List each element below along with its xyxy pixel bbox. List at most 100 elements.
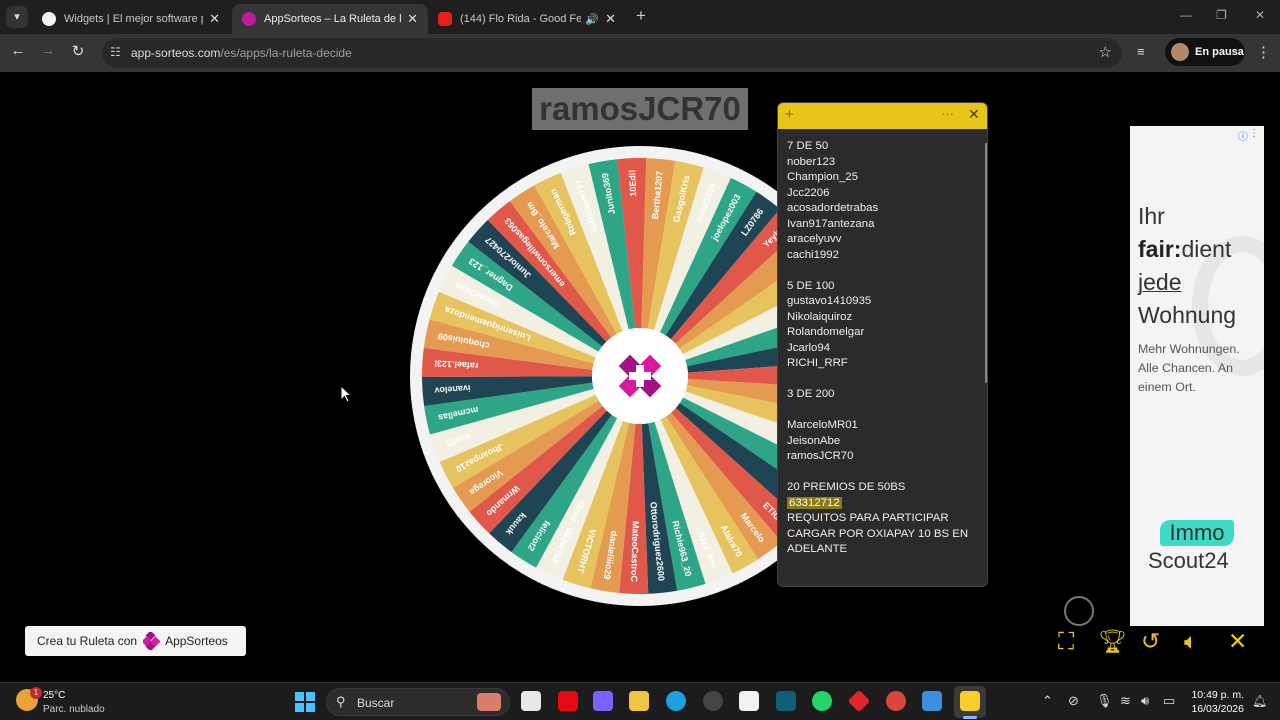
- widgets-favicon-icon: [42, 12, 56, 26]
- note-line: JeisonAbe: [787, 434, 841, 447]
- site-info-icon[interactable]: ☷: [110, 45, 121, 59]
- note-scrollbar[interactable]: [985, 143, 987, 383]
- start-windows-icon[interactable]: [295, 692, 315, 712]
- note-line: [787, 263, 977, 279]
- search-highlight-icon: [477, 693, 501, 711]
- minimize-icon[interactable]: —: [1180, 8, 1192, 22]
- tab-search-button[interactable]: ▾: [6, 6, 28, 28]
- netflix-icon[interactable]: [558, 691, 578, 711]
- wheel-segment-label: MateoCastroC: [629, 521, 641, 583]
- ad-info-icon[interactable]: ⓘ: [1238, 128, 1248, 143]
- store-icon[interactable]: [739, 691, 759, 711]
- close-note-icon[interactable]: ✕: [968, 106, 980, 123]
- weather-widget[interactable]: 1 25°C Parc. nublado: [16, 687, 126, 717]
- advertisement[interactable]: ⓘ ⋮ Ihr fair:dient jede Wohnung Mehr Woh…: [1130, 126, 1264, 626]
- note-line: Jcc2206: [787, 186, 830, 199]
- note-line: aracelyuvv: [787, 233, 842, 245]
- windows-taskbar: 1 25°C Parc. nublado ⚲ Buscar ⌃ ⊘ 🎙︎ ≋ 🔊…: [0, 682, 1280, 720]
- close-tab-icon[interactable]: ✕: [209, 11, 220, 27]
- microphone-icon[interactable]: 🎙︎: [1096, 693, 1113, 709]
- note-line-footer: REQUITOS PARA PARTICIPAR CARGAR POR OXIA…: [787, 512, 969, 555]
- address-bar[interactable]: ☷ app-sorteos.com/es/apps/la-ruleta-deci…: [102, 38, 1122, 68]
- new-tab-button[interactable]: +: [632, 6, 650, 26]
- create-wheel-button[interactable]: Crea tu Ruleta con AppSorteos: [25, 626, 246, 656]
- add-note-icon[interactable]: +: [785, 106, 794, 123]
- ad-headline: Ihr fair:dient jede Wohnung: [1138, 203, 1237, 328]
- wheel-segment-label: 10Edil: [627, 170, 638, 197]
- page-content: ramosJCR70 10Edil Bertha1207 GasgolKris lic…: [0, 72, 1280, 682]
- undo-icon[interactable]: ↺: [1141, 628, 1160, 655]
- close-window-icon[interactable]: ✕: [1255, 8, 1265, 22]
- task-view-icon[interactable]: [521, 691, 541, 711]
- volume-tray-icon[interactable]: 🔊︎: [1141, 693, 1149, 709]
- note-line: [787, 403, 977, 419]
- note-line: 7 DE 50: [787, 140, 829, 152]
- tab-youtube[interactable]: (144) Flo Rida - Good Feeling 🔊 ✕: [428, 4, 626, 34]
- camera-off-icon[interactable]: ⊘: [1068, 693, 1079, 709]
- ad-logo-scout24: Scout24: [1148, 548, 1229, 573]
- anydesk-icon[interactable]: [847, 689, 871, 713]
- tab-appsorteos[interactable]: AppSorteos – La Ruleta de la Suerte ✕: [232, 4, 428, 34]
- chrome-alt-icon[interactable]: [703, 691, 723, 711]
- system-clock[interactable]: 10:49 p. m. 16/03/2026: [1188, 688, 1244, 716]
- volume-icon[interactable]: 🔈︎: [1184, 628, 1198, 655]
- maximize-icon[interactable]: ❐: [1216, 8, 1227, 22]
- ad-subtext: Mehr Wohnungen. Alle Chancen. An einem O…: [1138, 342, 1240, 394]
- winner-banner: ramosJCR70: [532, 88, 748, 130]
- note-line: Champion_25: [787, 171, 858, 183]
- media-control-icon[interactable]: ≡: [1137, 44, 1145, 59]
- note-line: ramosJCR70: [787, 450, 854, 462]
- note-line: acosadordetrabas: [787, 202, 879, 214]
- sticky-notes-icon[interactable]: [960, 691, 980, 711]
- note-line: [787, 372, 977, 388]
- battery-icon[interactable]: ▭: [1163, 693, 1175, 709]
- highlighted-text: 63312712: [787, 496, 842, 509]
- whatsapp-icon[interactable]: [812, 691, 832, 711]
- chrome-icon[interactable]: [886, 691, 906, 711]
- trophy-icon[interactable]: 🏆︎: [1098, 628, 1127, 655]
- loading-spinner: [1064, 596, 1094, 626]
- bookmark-star-icon[interactable]: ☆: [1099, 43, 1112, 61]
- taskbar-search[interactable]: ⚲ Buscar: [326, 688, 510, 716]
- active-app-indicator: [963, 716, 977, 719]
- close-tab-icon[interactable]: ✕: [407, 11, 418, 27]
- disney-icon[interactable]: [776, 691, 796, 711]
- wifi-icon[interactable]: ≋: [1120, 693, 1131, 709]
- speaker-icon[interactable]: 🔊: [585, 13, 599, 26]
- note-line: Rolandomelgar: [787, 326, 865, 338]
- note-line: Ivan917antezana: [787, 217, 875, 230]
- fullscreen-icon[interactable]: ⛶: [1058, 628, 1074, 655]
- note-line: 20 PREMIOS DE 50BS: [787, 481, 906, 493]
- note-line: MarceloMR01: [787, 419, 858, 431]
- note-line: [787, 465, 977, 481]
- edge-icon[interactable]: [666, 691, 686, 711]
- file-explorer-icon[interactable]: [629, 691, 649, 711]
- mouse-cursor-icon: [340, 385, 352, 403]
- sticky-note-header[interactable]: + ··· ✕: [778, 103, 987, 129]
- notification-bell-icon[interactable]: 🔔︎: [1252, 694, 1267, 708]
- snipping-tool-icon[interactable]: [922, 691, 942, 711]
- search-icon: ⚲: [336, 694, 346, 709]
- note-line: Nikolaiquiroz: [787, 310, 853, 323]
- note-line: Jcarlo94: [787, 341, 831, 354]
- forward-icon[interactable]: →: [38, 42, 58, 59]
- youtube-favicon-icon: [438, 12, 452, 26]
- more-options-icon[interactable]: ···: [941, 106, 954, 121]
- close-tab-icon[interactable]: ✕: [605, 11, 616, 27]
- reload-icon[interactable]: ↻: [68, 42, 88, 60]
- show-hidden-icons-icon[interactable]: ⌃: [1042, 693, 1053, 709]
- tab-widgets[interactable]: Widgets | El mejor software para ✕: [32, 4, 230, 34]
- note-line: 5 DE 100: [787, 279, 835, 292]
- close-icon[interactable]: ✕: [1228, 628, 1247, 655]
- url-text[interactable]: app-sorteos.com/es/apps/la-ruleta-decide: [131, 46, 352, 60]
- sticky-note[interactable]: + ··· ✕ 7 DE 50 nober123 Champion_25 Jcc220…: [777, 102, 988, 587]
- back-icon[interactable]: ←: [8, 42, 28, 59]
- sticky-note-text[interactable]: 7 DE 50 nober123 Champion_25 Jcc2206 acosado…: [787, 139, 977, 558]
- copilot-icon[interactable]: [593, 691, 613, 711]
- ad-menu-icon[interactable]: ⋮: [1249, 128, 1259, 139]
- browser-menu-icon[interactable]: ⋮: [1256, 43, 1271, 61]
- appsorteos-mini-logo-icon: [143, 632, 161, 650]
- profile-button[interactable]: En pausa: [1165, 38, 1245, 66]
- browser-toolbar: ← → ↻ ☷ app-sorteos.com/es/apps/la-rulet…: [0, 34, 1280, 72]
- note-line: nober123: [787, 155, 836, 168]
